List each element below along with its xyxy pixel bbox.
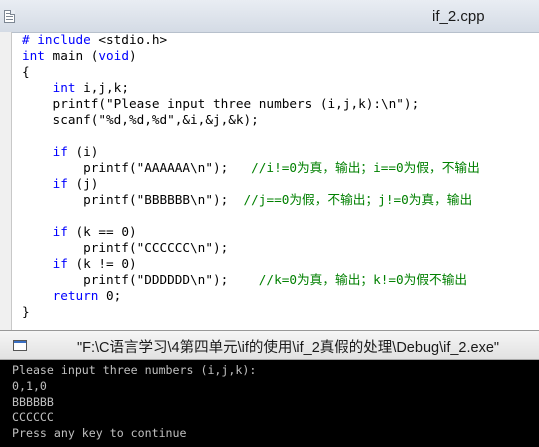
code-text: (i) — [67, 144, 99, 159]
code-comment: //k=0为真，输出；k!=0为假不输出 — [258, 272, 468, 287]
console-titlebar[interactable]: "F:\C语言学习\4第四单元\if的使用\if_2真假的处理\Debug\if… — [0, 330, 539, 360]
document-icon — [4, 10, 15, 23]
code-line: { — [22, 64, 480, 80]
code-line: if (i) — [22, 144, 480, 160]
code-text: printf("AAAAAA\n"); — [22, 160, 252, 175]
code-area[interactable]: # include <stdio.h> int main (void){ int … — [22, 32, 480, 320]
console-title: "F:\C语言学习\4第四单元\if的使用\if_2真假的处理\Debug\if… — [77, 340, 500, 356]
code-text: 0; — [98, 288, 122, 303]
code-line: if (k == 0) — [22, 224, 480, 240]
code-text: ) — [128, 48, 137, 63]
code-keyword: if — [52, 224, 68, 239]
code-line: # include <stdio.h> — [22, 32, 480, 48]
editor-gutter — [0, 32, 12, 330]
code-line: if (j) — [22, 176, 480, 192]
code-keyword: int — [22, 48, 45, 63]
code-line: printf("CCCCCC\n"); — [22, 240, 480, 256]
code-keyword: if — [52, 144, 68, 159]
console-line: Please input three numbers (i,j,k): — [12, 363, 257, 377]
console-line: CCCCCC — [12, 410, 54, 425]
code-line: scanf("%d,%d,%d",&i,&j,&k); — [22, 112, 480, 128]
code-text: (j) — [67, 176, 99, 191]
console-window-icon — [13, 340, 27, 351]
editor-titlebar[interactable]: if_2.cpp — [0, 0, 539, 33]
console-text: Please input three numbers (i,j,k): 0,1,0… — [12, 363, 256, 442]
code-keyword: # include — [22, 32, 99, 47]
code-text: main ( — [44, 48, 99, 63]
code-text: printf("Please input three numbers (i,j,… — [22, 96, 420, 111]
code-comment: //i!=0为真，输出；i==0为假，不输出 — [251, 160, 480, 175]
console-line: Press any key to continue — [12, 426, 187, 441]
code-text: printf("CCCCCC\n"); — [22, 240, 229, 255]
code-comment: //j==0为假，不输出；j!=0为真，输出 — [243, 192, 473, 207]
code-line: } — [22, 304, 480, 320]
code-line: printf("BBBBBB\n"); //j==0为假，不输出；j!=0为真，… — [22, 192, 480, 208]
code-line: if (k != 0) — [22, 256, 480, 272]
code-keyword: return — [52, 288, 99, 303]
code-text: i,j,k; — [75, 80, 129, 95]
code-text: } — [22, 304, 30, 319]
code-line: printf("AAAAAA\n"); //i!=0为真，输出；i==0为假，不… — [22, 160, 480, 176]
console-line: BBBBBB — [12, 394, 54, 409]
code-line: int main (void) — [22, 48, 480, 64]
code-text: printf("BBBBBB\n"); — [22, 192, 244, 207]
code-text: (k != 0) — [67, 256, 137, 271]
code-text: printf("DDDDDD\n"); — [22, 272, 259, 287]
console-output[interactable]: Please input three numbers (i,j,k): 0,1,0… — [0, 360, 539, 447]
code-keyword: if — [52, 256, 68, 271]
editor-tab-title[interactable]: if_2.cpp — [432, 8, 485, 25]
code-text: scanf("%d,%d,%d",&i,&j,&k); — [22, 112, 259, 127]
code-text: (k == 0) — [67, 224, 137, 239]
code-line: printf("DDDDDD\n"); //k=0为真，输出；k!=0为假不输出 — [22, 272, 480, 288]
code-line: int i,j,k; — [22, 80, 480, 96]
code-text: <stdio.h> — [98, 32, 168, 47]
code-line: return 0; — [22, 288, 480, 304]
code-keyword: void — [98, 48, 129, 63]
code-editor-window: if_2.cpp # include <stdio.h> int main (vo… — [0, 0, 539, 330]
code-keyword: if — [52, 176, 68, 191]
console-window: "F:\C语言学习\4第四单元\if的使用\if_2真假的处理\Debug\if… — [0, 330, 539, 447]
code-keyword: int — [52, 80, 76, 95]
code-text: { — [22, 64, 30, 79]
code-line: printf("Please input three numbers (i,j,… — [22, 96, 480, 112]
console-line: 0,1,0 — [12, 378, 47, 393]
